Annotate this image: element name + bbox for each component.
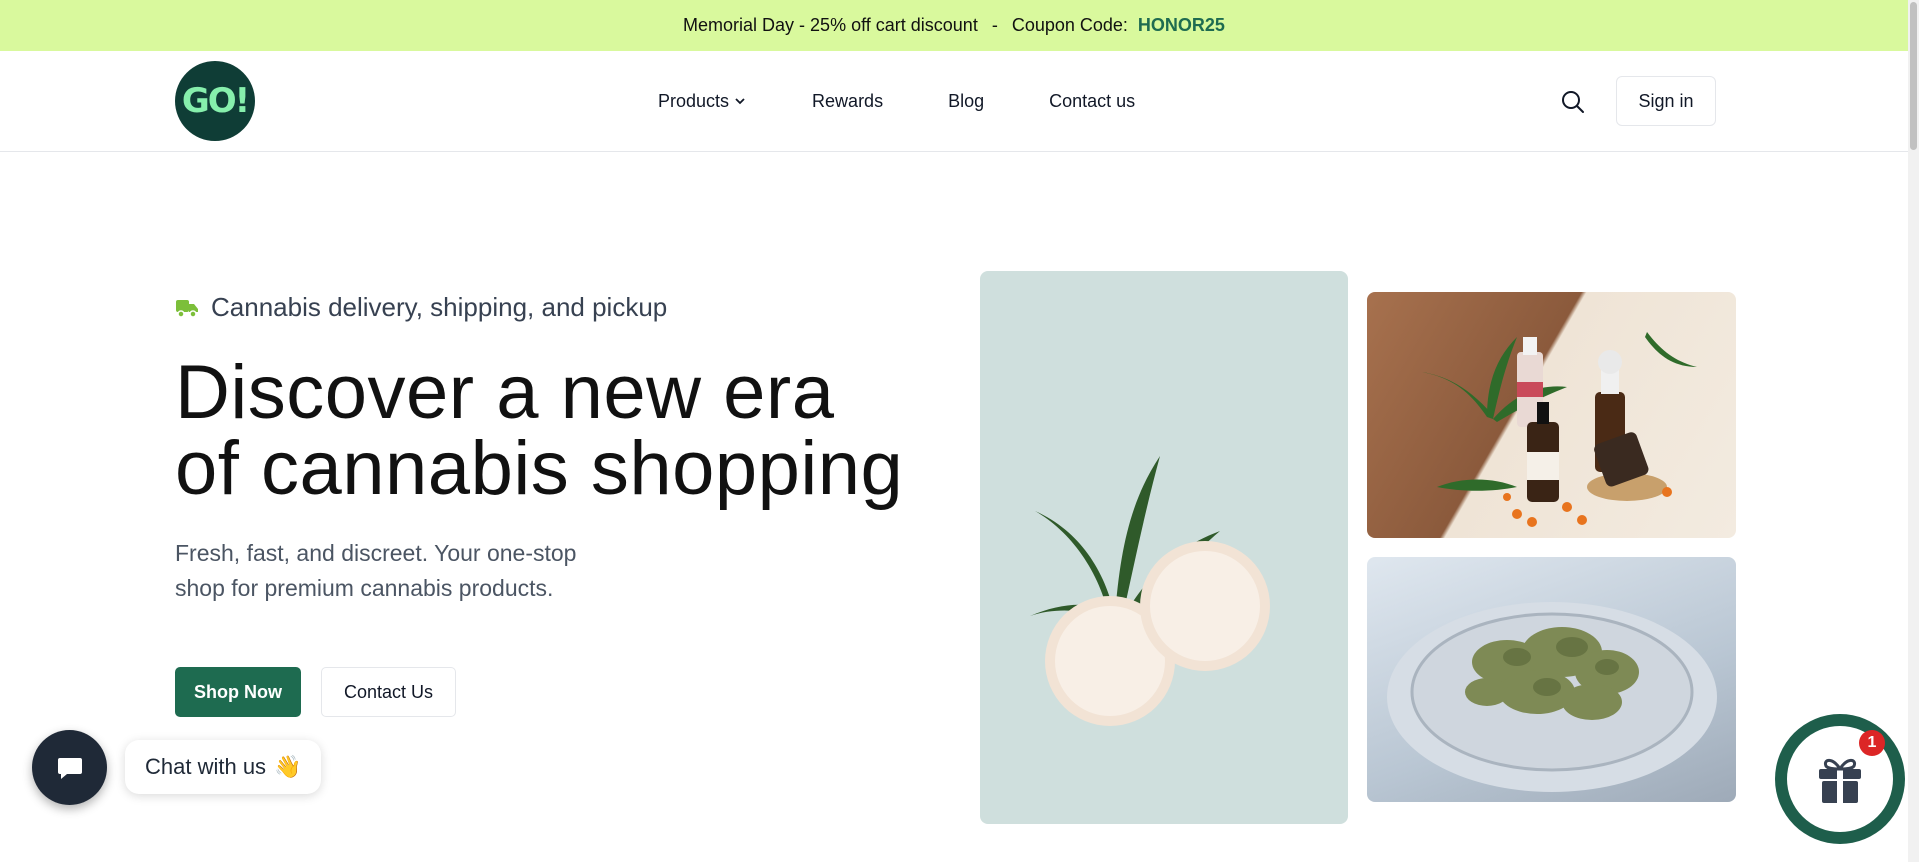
sign-in-button[interactable]: Sign in [1616, 76, 1716, 126]
hero-tagline: Cannabis delivery, shipping, and pickup [175, 292, 667, 323]
sign-in-label: Sign in [1638, 90, 1694, 111]
nav-contact-label: Contact us [1049, 90, 1136, 111]
logo[interactable]: GO! [175, 61, 255, 141]
scrollbar-thumb[interactable] [1910, 2, 1917, 150]
rewards-gift-button[interactable]: 1 [1775, 714, 1905, 844]
gift-icon [1819, 758, 1861, 803]
hero-subtext: Fresh, fast, and discreet. Your one-stop… [175, 540, 577, 601]
chat-bubble-icon [57, 757, 82, 779]
chat-label-text: Chat with us [145, 754, 267, 779]
coupon-label: Coupon Code: [1011, 15, 1128, 35]
truck-icon [176, 299, 198, 318]
hero-image-oil-bottles [1367, 292, 1736, 538]
announcement-bar: Memorial Day - 25% off cart discount - C… [0, 0, 1908, 51]
nav-products-label: Products [658, 90, 730, 111]
page-scrollbar[interactable] [1908, 0, 1919, 862]
announcement-separator: - [991, 15, 998, 35]
announcement-text: Memorial Day - 25% off cart discount [683, 15, 978, 35]
nav-blog-label: Blog [948, 90, 985, 111]
search-button[interactable] [1560, 89, 1586, 115]
headline-line-1: Discover a new era [175, 350, 835, 435]
main-nav: Products Rewards Blog Contact us [658, 51, 1200, 151]
chat-button[interactable] [32, 730, 107, 805]
site-header: GO! Products Rewards Blog Contact us Sig… [0, 51, 1908, 152]
shop-now-button[interactable]: Shop Now [175, 667, 301, 717]
logo-text: GO! [181, 81, 250, 121]
chevron-down-icon [735, 98, 745, 105]
nav-contact[interactable]: Contact us [1049, 91, 1135, 112]
contact-us-button[interactable]: Contact Us [321, 667, 456, 717]
coupon-code: HONOR25 [1137, 15, 1225, 35]
chat-label[interactable]: Chat with us 👋 [125, 740, 322, 794]
hero-headline: Discover a new era of cannabis shopping [175, 355, 903, 507]
wave-emoji: 👋 [274, 754, 302, 779]
nav-rewards[interactable]: Rewards [812, 91, 883, 112]
nav-blog[interactable]: Blog [948, 91, 984, 112]
headline-line-2: of cannabis shopping [175, 426, 904, 511]
hero-image-cream-jars [980, 271, 1348, 824]
nav-rewards-label: Rewards [812, 90, 884, 111]
notification-badge: 1 [1859, 730, 1885, 756]
nav-products[interactable]: Products [658, 91, 747, 112]
hero-image-cannabis-buds [1367, 557, 1736, 802]
search-icon [1562, 91, 1584, 113]
tagline-text: Cannabis delivery, shipping, and pickup [211, 292, 668, 322]
